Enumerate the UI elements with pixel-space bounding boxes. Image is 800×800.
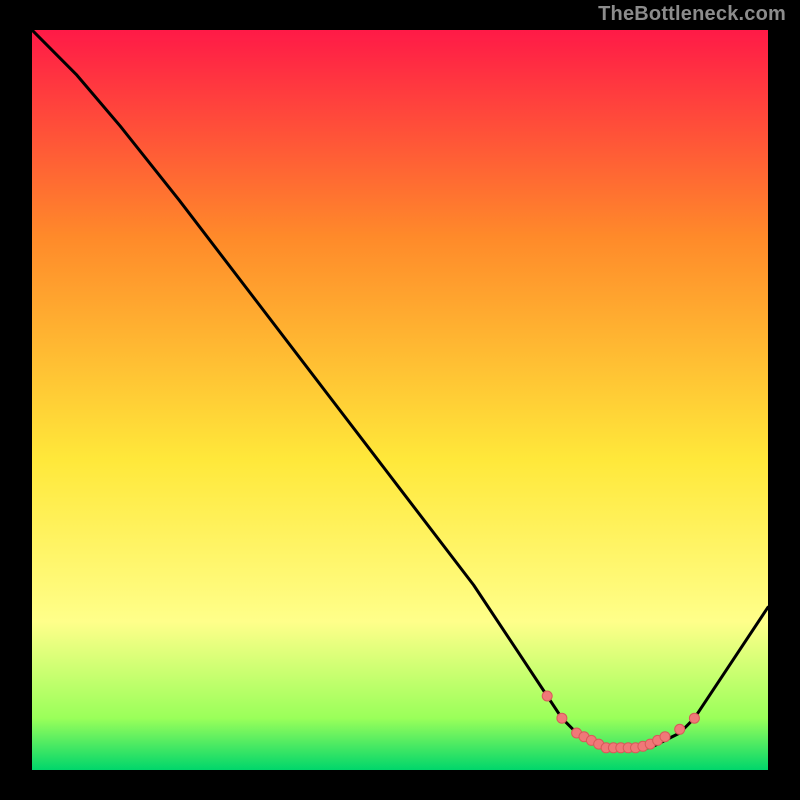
- watermark-label: TheBottleneck.com: [598, 4, 786, 24]
- chart-frame: TheBottleneck.com: [0, 0, 800, 800]
- plot-area: [32, 30, 768, 770]
- optimal-band-markers: [32, 30, 768, 770]
